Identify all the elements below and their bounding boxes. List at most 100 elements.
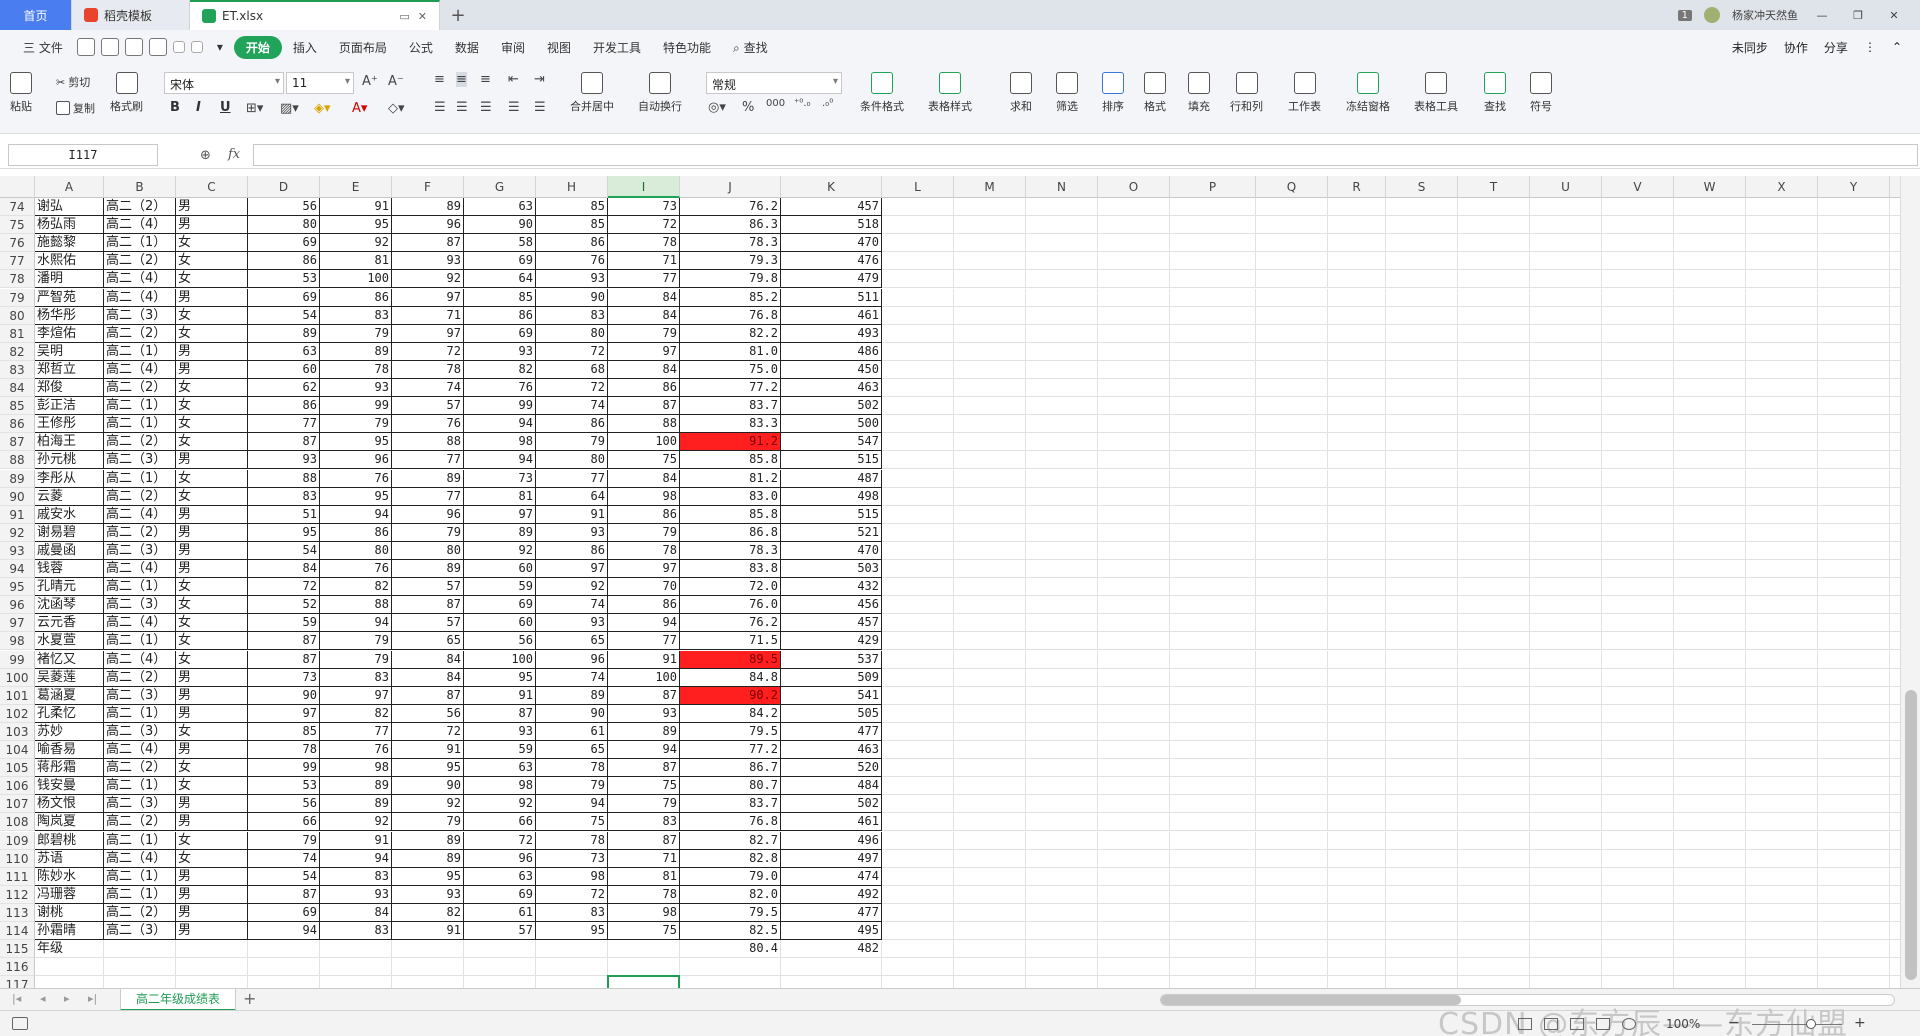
cell[interactable] — [954, 379, 1026, 398]
column-header-e[interactable]: E — [320, 176, 392, 198]
cell[interactable] — [1026, 922, 1098, 941]
cell[interactable] — [1818, 541, 1890, 560]
row-header[interactable]: 114 — [0, 922, 35, 941]
cell-e[interactable]: 91 — [320, 198, 392, 217]
cell[interactable] — [1530, 795, 1602, 814]
cell-f[interactable]: 74 — [392, 379, 464, 398]
cell[interactable] — [1386, 415, 1458, 434]
cell[interactable] — [1026, 578, 1098, 597]
format-painter-button[interactable]: 格式刷 — [110, 72, 143, 114]
row-header[interactable]: 96 — [0, 596, 35, 615]
cell-e[interactable]: 78 — [320, 360, 392, 379]
cell-f[interactable]: 78 — [392, 360, 464, 379]
cell[interactable] — [954, 650, 1026, 669]
cell-k[interactable]: 457 — [781, 198, 882, 217]
cell-a[interactable]: 苏妙 — [35, 722, 104, 741]
zoom-slider[interactable] — [1752, 1024, 1842, 1025]
cell-d[interactable]: 78 — [248, 741, 320, 760]
cell[interactable] — [882, 523, 954, 542]
cell-d[interactable]: 69 — [248, 903, 320, 922]
cell-c[interactable]: 男 — [176, 686, 248, 705]
cell[interactable] — [1458, 795, 1530, 814]
row-header[interactable]: 95 — [0, 578, 35, 597]
cell[interactable] — [1328, 614, 1386, 633]
cell[interactable] — [954, 940, 1026, 959]
cell[interactable] — [1746, 958, 1818, 977]
cell[interactable] — [1602, 940, 1674, 959]
cell-e[interactable]: 96 — [320, 451, 392, 470]
cell[interactable] — [1256, 922, 1328, 941]
cell[interactable] — [882, 903, 954, 922]
column-header-v[interactable]: V — [1602, 176, 1674, 198]
cell-i[interactable]: 100 — [608, 433, 680, 452]
cell[interactable] — [1530, 903, 1602, 922]
cell[interactable] — [954, 415, 1026, 434]
cell[interactable] — [1256, 614, 1328, 633]
cell-j[interactable]: 84.8 — [680, 668, 781, 687]
row-header[interactable]: 110 — [0, 849, 35, 868]
paste-button[interactable]: 粘贴 — [10, 72, 32, 114]
column-header-l[interactable]: L — [882, 176, 954, 198]
maximize-icon[interactable]: ❐ — [1846, 9, 1870, 22]
cell[interactable] — [1458, 849, 1530, 868]
cell[interactable] — [1530, 849, 1602, 868]
cell[interactable] — [1458, 252, 1530, 271]
cell[interactable] — [882, 940, 954, 959]
cell[interactable] — [1386, 867, 1458, 886]
cell-i[interactable]: 77 — [608, 632, 680, 651]
cell-i[interactable]: 79 — [608, 523, 680, 542]
cell-h[interactable]: 96 — [536, 650, 608, 669]
cell-a[interactable]: 李彤从 — [35, 469, 104, 488]
cell[interactable] — [1170, 451, 1256, 470]
cell[interactable] — [1674, 922, 1746, 941]
cell[interactable] — [1530, 958, 1602, 977]
cell-f[interactable]: 87 — [392, 596, 464, 615]
copy-button[interactable]: 复制 — [56, 100, 95, 116]
cell[interactable] — [1674, 777, 1746, 796]
cell[interactable] — [1890, 850, 1900, 868]
cell[interactable] — [1458, 668, 1530, 687]
row-header[interactable]: 107 — [0, 795, 35, 814]
cell[interactable] — [1256, 777, 1328, 796]
cell[interactable] — [1890, 506, 1900, 524]
redo-icon[interactable] — [190, 41, 203, 53]
cell[interactable] — [1256, 469, 1328, 488]
cell-g[interactable]: 56 — [464, 632, 536, 651]
cell[interactable] — [1026, 198, 1098, 217]
cell[interactable] — [1602, 795, 1674, 814]
row-header[interactable]: 92 — [0, 523, 35, 542]
cell-d[interactable]: 59 — [248, 614, 320, 633]
cell[interactable] — [1530, 704, 1602, 723]
cell[interactable] — [954, 614, 1026, 633]
cell-k[interactable]: 493 — [781, 324, 882, 343]
cell[interactable] — [1386, 777, 1458, 796]
cell-c[interactable]: 女 — [176, 578, 248, 597]
cell[interactable] — [1818, 306, 1890, 325]
cell-a[interactable]: 孙霜晴 — [35, 922, 104, 941]
cell[interactable] — [882, 777, 954, 796]
cell[interactable] — [1328, 324, 1386, 343]
cell-g[interactable] — [464, 940, 536, 959]
cell-c[interactable]: 女 — [176, 270, 248, 289]
cell[interactable] — [1328, 198, 1386, 217]
cell[interactable] — [1530, 813, 1602, 832]
cell[interactable] — [1256, 976, 1328, 988]
cell[interactable] — [1386, 560, 1458, 579]
cell[interactable] — [1818, 288, 1890, 307]
cell[interactable] — [1458, 216, 1530, 235]
cell[interactable] — [1026, 704, 1098, 723]
cell-a[interactable]: 吴菱莲 — [35, 668, 104, 687]
cell[interactable] — [1890, 813, 1900, 832]
cell[interactable] — [1256, 487, 1328, 506]
cell-k[interactable]: 482 — [781, 940, 882, 959]
cell[interactable] — [1458, 831, 1530, 850]
cell[interactable] — [1098, 668, 1170, 687]
cell[interactable] — [1328, 940, 1386, 959]
cell[interactable] — [954, 668, 1026, 687]
cell[interactable] — [1818, 686, 1890, 705]
cell[interactable] — [1458, 342, 1530, 361]
cell-e[interactable]: 94 — [320, 849, 392, 868]
cell[interactable] — [954, 867, 1026, 886]
cell[interactable] — [1386, 270, 1458, 289]
row-header[interactable]: 97 — [0, 614, 35, 633]
